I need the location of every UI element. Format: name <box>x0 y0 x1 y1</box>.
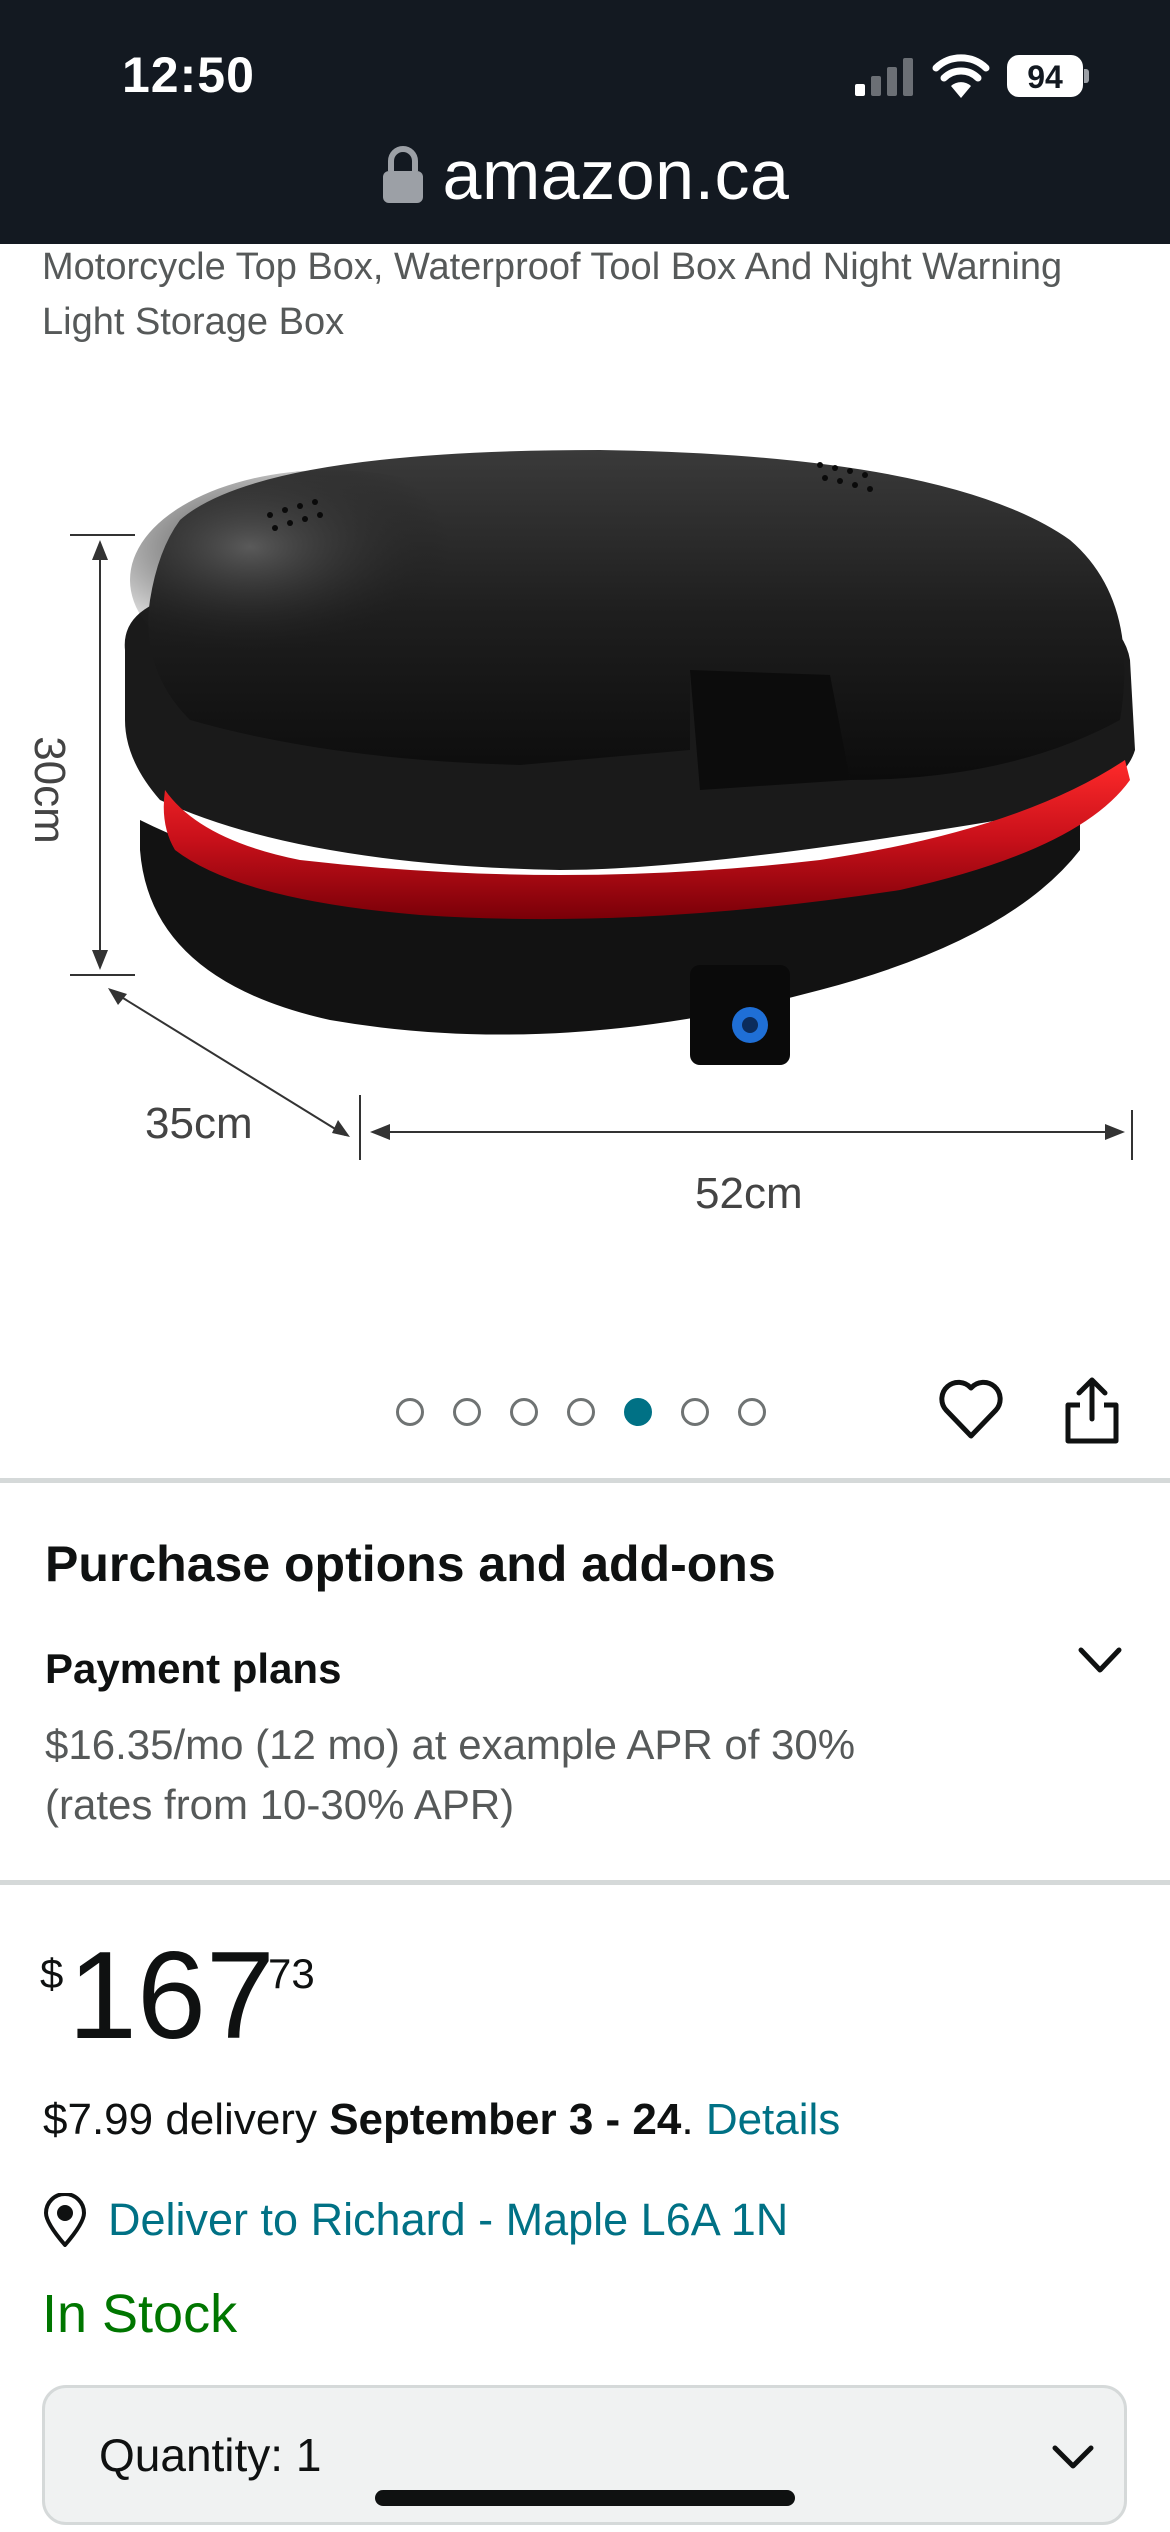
carousel-dot[interactable] <box>453 1398 481 1426</box>
wifi-icon <box>932 54 990 98</box>
delivery-cost: $7.99 delivery <box>43 2095 317 2144</box>
browser-header: 12:50 94 amazon.ca <box>0 0 1170 244</box>
chevron-down-icon <box>1052 2445 1094 2469</box>
dimension-height-label: 30cm <box>25 736 74 844</box>
share-icon[interactable] <box>1062 1375 1122 1445</box>
home-indicator[interactable] <box>375 2490 795 2506</box>
quantity-label: Quantity: <box>99 2429 284 2481</box>
carousel-dot[interactable] <box>624 1398 652 1426</box>
image-carousel-dots[interactable] <box>396 1395 766 1429</box>
deliver-to-link[interactable]: Deliver to Richard - Maple L6A 1N <box>42 2190 788 2250</box>
url-text: amazon.ca <box>442 136 790 214</box>
battery-indicator: 94 <box>1007 55 1089 97</box>
divider <box>0 1880 1170 1885</box>
purchase-options-heading: Purchase options and add-ons <box>45 1536 776 1592</box>
details-link[interactable]: Details <box>706 2095 841 2144</box>
carousel-dot[interactable] <box>510 1398 538 1426</box>
delivery-dates: September 3 - 24 <box>329 2095 682 2144</box>
carousel-dot[interactable] <box>396 1398 424 1426</box>
location-pin-icon <box>44 2193 86 2247</box>
address-bar[interactable]: amazon.ca <box>0 130 1170 220</box>
deliver-to-text: Deliver to Richard - Maple L6A 1N <box>108 2194 789 2245</box>
price-symbol: $ <box>40 1950 64 1997</box>
status-time: 12:50 <box>122 47 255 103</box>
product-title[interactable]: Motorcycle Top Box, Waterproof Tool Box … <box>42 240 1142 350</box>
price-fraction: 73 <box>268 1950 315 1997</box>
product-image[interactable]: 30cm 35cm 52cm <box>0 420 1170 1240</box>
chevron-down-icon[interactable] <box>1075 1640 1125 1680</box>
price-whole: 167 <box>68 1927 275 2065</box>
delivery-info: $7.99 delivery September 3 - 24. Details <box>43 2095 841 2144</box>
payment-plans-label[interactable]: Payment plans <box>45 1645 341 1693</box>
heart-icon[interactable] <box>938 1378 1004 1440</box>
carousel-dot[interactable] <box>738 1398 766 1426</box>
carousel-dot[interactable] <box>567 1398 595 1426</box>
quantity-text: Quantity: 1 <box>99 2428 321 2482</box>
cellular-signal-icon <box>855 58 913 96</box>
payment-plans-text: $16.35/mo (12 mo) at example APR of 30% … <box>45 1721 856 1828</box>
dimension-width-label: 52cm <box>695 1169 803 1218</box>
quantity-value: 1 <box>295 2429 322 2481</box>
dimension-depth-label: 35cm <box>145 1099 253 1148</box>
stock-status: In Stock <box>42 2284 238 2344</box>
divider <box>0 1478 1170 1483</box>
carousel-dot[interactable] <box>681 1398 709 1426</box>
lock-icon <box>382 146 423 203</box>
